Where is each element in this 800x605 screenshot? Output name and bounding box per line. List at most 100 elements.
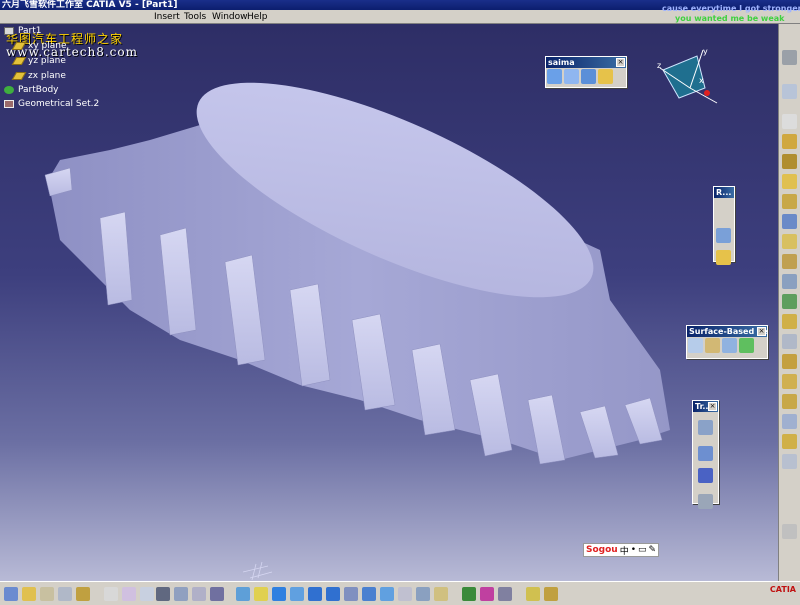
compass[interactable]: y z x	[655, 48, 725, 108]
open-icon[interactable]	[40, 587, 54, 601]
translate-icon[interactable]	[698, 420, 713, 435]
axis-glyph	[242, 561, 273, 581]
layer-icon[interactable]	[174, 587, 188, 601]
sketch-icon[interactable]	[782, 84, 797, 99]
plane-icon	[11, 57, 27, 65]
plane-icon	[11, 42, 27, 50]
apply-material-icon[interactable]	[526, 587, 540, 601]
tree-node-geometrical-set[interactable]: Geometrical Set.2	[4, 99, 99, 109]
formula-icon[interactable]	[104, 587, 118, 601]
exit-workbench-icon[interactable]	[782, 114, 797, 129]
new-icon[interactable]	[22, 587, 36, 601]
toolbar-transformations[interactable]: Tr... ×	[692, 400, 719, 509]
tree-label-partbody: PartBody	[18, 85, 59, 95]
close-surface-icon[interactable]	[722, 338, 737, 353]
pocket-icon[interactable]	[782, 154, 797, 169]
toolbar-surface-title[interactable]: Surface-Based Fe...	[687, 326, 767, 337]
analysis-icon[interactable]	[462, 587, 476, 601]
mirror-icon[interactable]	[698, 446, 713, 461]
shading-icon[interactable]	[380, 587, 394, 601]
grid-icon[interactable]	[156, 587, 170, 601]
multi-section-icon[interactable]	[782, 274, 797, 289]
hide-icon[interactable]	[140, 587, 154, 601]
publication-icon[interactable]	[544, 587, 558, 601]
back-arrow-icon[interactable]	[4, 587, 18, 601]
thick-surface-icon[interactable]	[705, 338, 720, 353]
thread-icon[interactable]	[782, 394, 797, 409]
toolbar-r[interactable]: R...	[713, 186, 735, 265]
close-icon[interactable]: ×	[616, 58, 625, 67]
compass-label-y: y	[703, 48, 708, 56]
zoom-out-icon[interactable]	[326, 587, 340, 601]
menu-tools[interactable]: Tools	[184, 10, 206, 24]
close-icon[interactable]: ×	[757, 327, 766, 336]
tree-node-yz-plane[interactable]: yz plane	[11, 56, 66, 66]
normal-view-icon[interactable]	[344, 587, 358, 601]
tree-node-xy-plane[interactable]: xy plane	[11, 41, 66, 51]
save-icon[interactable]	[58, 587, 72, 601]
menu-window[interactable]: Window	[212, 10, 248, 24]
right-toolbar	[778, 24, 800, 581]
fit-all-icon[interactable]	[254, 587, 268, 601]
spiral-icon[interactable]	[547, 69, 562, 84]
tree-node-zx-plane[interactable]: zx plane	[11, 71, 66, 81]
swap-space-icon[interactable]	[416, 587, 430, 601]
thickness-icon[interactable]	[782, 374, 797, 389]
plane-icon	[11, 72, 27, 80]
pad-icon[interactable]	[782, 134, 797, 149]
hide-show-icon[interactable]	[398, 587, 412, 601]
tree-node-part1[interactable]: Part1	[4, 26, 42, 36]
point-icon[interactable]	[716, 203, 731, 218]
menu-help[interactable]: Help	[247, 10, 268, 24]
shell-icon[interactable]	[782, 354, 797, 369]
toolbar-surface-based[interactable]: Surface-Based Fe... ×	[686, 325, 768, 359]
pan-icon[interactable]	[272, 587, 286, 601]
eraser-icon[interactable]	[581, 69, 596, 84]
close-icon[interactable]: ×	[708, 402, 717, 411]
measure-icon[interactable]	[782, 454, 797, 469]
ime-mode[interactable]: 中	[620, 544, 629, 557]
toolbar-saima[interactable]: saima ×	[545, 56, 627, 88]
constraint-icon[interactable]	[782, 524, 797, 539]
curvature-icon[interactable]	[480, 587, 494, 601]
sew-surface-icon[interactable]	[739, 338, 754, 353]
multi-view-icon[interactable]	[434, 587, 448, 601]
ime-toolbar[interactable]: Sogou 中 • ▭ ✎	[583, 543, 660, 557]
shaft-icon[interactable]	[782, 174, 797, 189]
comment-icon[interactable]	[122, 587, 136, 601]
tools-icon[interactable]: ✎	[649, 545, 657, 555]
chamfer-icon[interactable]	[782, 314, 797, 329]
draft-icon[interactable]	[782, 334, 797, 349]
draft-analysis-icon[interactable]	[498, 587, 512, 601]
slot-icon[interactable]	[782, 254, 797, 269]
rib-icon[interactable]	[782, 234, 797, 249]
toolbar-r-title[interactable]: R...	[714, 187, 734, 198]
tree-node-partbody[interactable]: PartBody	[4, 85, 59, 95]
settings-gear-icon[interactable]	[782, 50, 797, 65]
material-icon[interactable]	[192, 587, 206, 601]
render-icon[interactable]	[210, 587, 224, 601]
menu-insert[interactable]: Insert	[154, 10, 180, 24]
keyboard-icon[interactable]: ▭	[638, 545, 647, 555]
print-icon[interactable]	[76, 587, 90, 601]
helix-icon[interactable]	[564, 69, 579, 84]
pattern-icon[interactable]	[698, 468, 713, 483]
plane-tool-icon[interactable]	[716, 250, 731, 265]
zoom-in-icon[interactable]	[308, 587, 322, 601]
groove-icon[interactable]	[782, 194, 797, 209]
rotate-icon[interactable]	[290, 587, 304, 601]
fly-mode-icon[interactable]	[236, 587, 250, 601]
remove-face-icon[interactable]	[782, 414, 797, 429]
toolbar-saima-title[interactable]: saima	[546, 57, 626, 68]
hole-icon[interactable]	[782, 214, 797, 229]
iso-view-icon[interactable]	[362, 587, 376, 601]
punctuation-icon[interactable]: •	[631, 545, 636, 555]
split-icon[interactable]	[688, 338, 703, 353]
boolean-icon[interactable]	[782, 434, 797, 449]
stack-icon[interactable]	[598, 69, 613, 84]
tree-label-part1: Part1	[18, 26, 42, 36]
scaling-icon[interactable]	[698, 494, 713, 509]
compass-handle[interactable]	[704, 90, 710, 96]
fillet-icon[interactable]	[782, 294, 797, 309]
line-icon[interactable]	[716, 228, 731, 243]
